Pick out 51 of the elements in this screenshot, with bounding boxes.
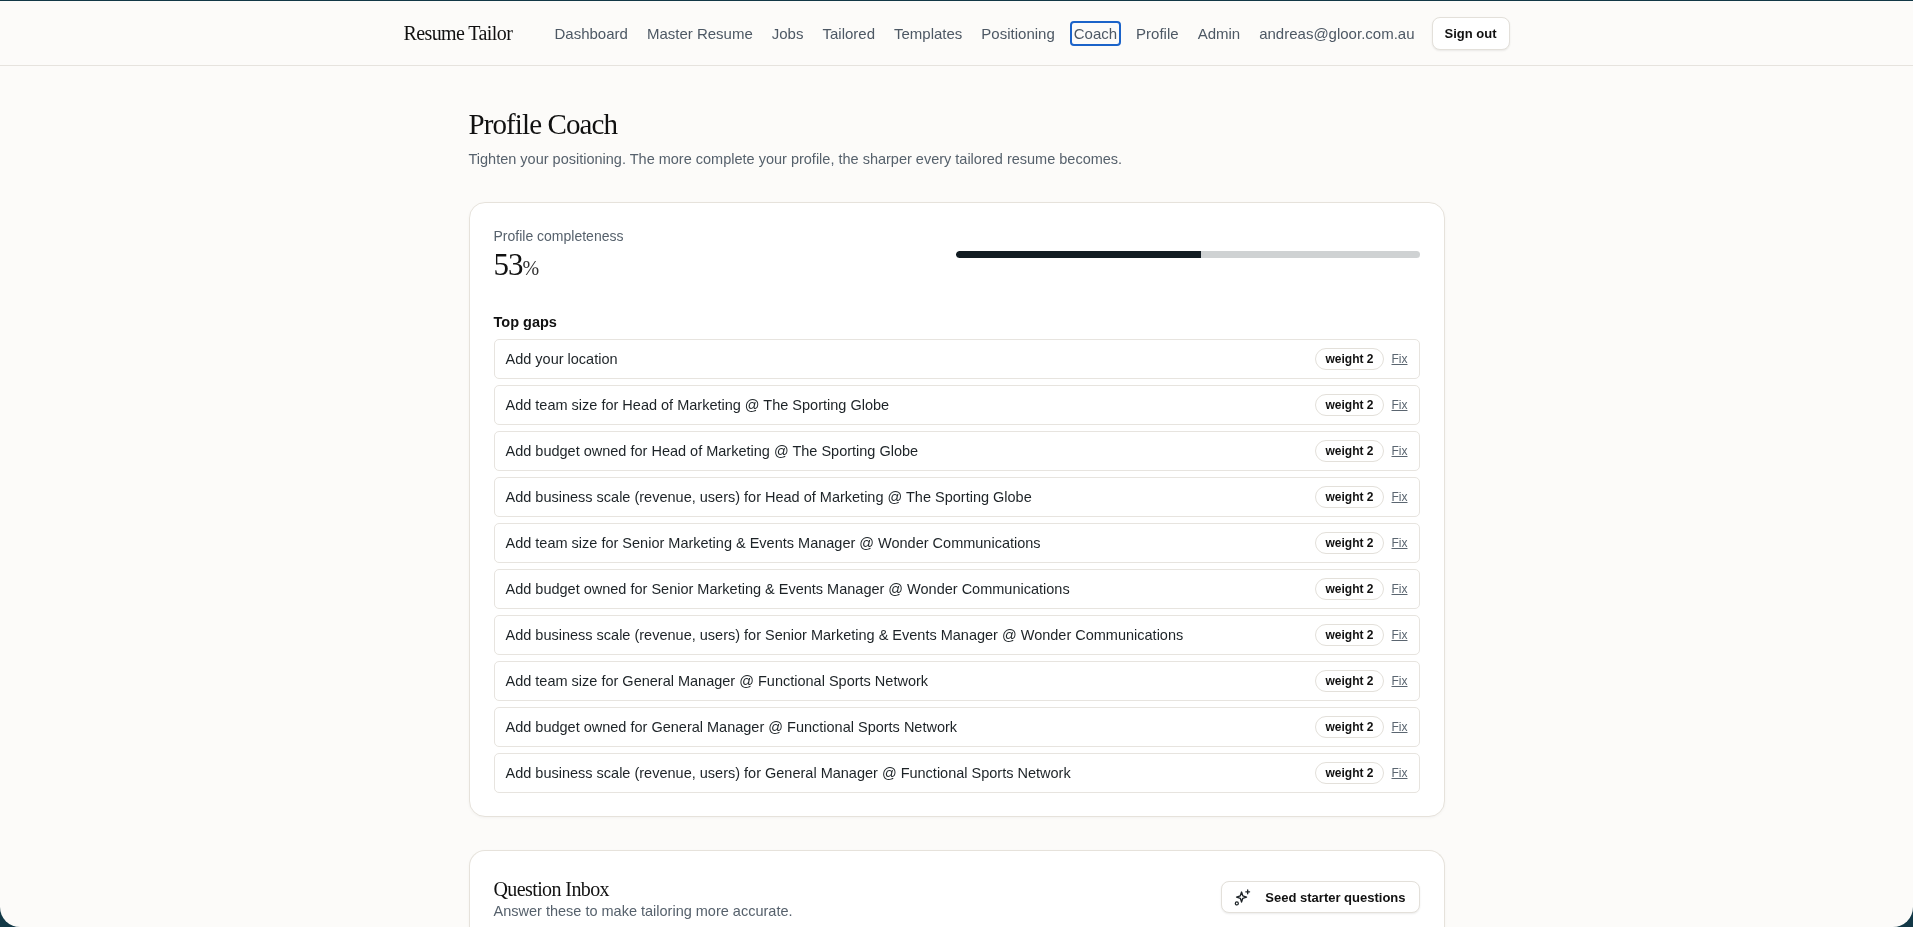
- fix-link[interactable]: Fix: [1391, 444, 1408, 458]
- page-title: Profile Coach: [468, 107, 618, 142]
- completeness-value: 53%: [493, 248, 540, 284]
- gap-text: Add team size for General Manager @ Functional Sports Network: [505, 673, 930, 689]
- gap-text: Add your location: [505, 351, 619, 367]
- gap-text: Add team size for Senior Marketing & Events Manager @ Wonder Communications: [505, 535, 1042, 551]
- nav-link[interactable]: Dashboard: [550, 20, 632, 46]
- weight-badge: weight 2: [1315, 440, 1384, 462]
- nav-link[interactable]: Profile: [1132, 20, 1183, 46]
- nav-link[interactable]: Coach: [1069, 20, 1122, 46]
- weight-badge: weight 2: [1315, 578, 1384, 600]
- gap-text: Add budget owned for Head of Marketing @ The Sporting Globe: [505, 443, 920, 459]
- gap-text: Add budget owned for General Manager @ Functional Sports Network: [505, 719, 959, 735]
- gap-text: Add business scale (revenue, users) for Head of Marketing @ The Sporting Globe: [505, 489, 1033, 505]
- question-inbox-title: Question Inbox: [493, 877, 609, 901]
- weight-badge: weight 2: [1315, 532, 1384, 554]
- weight-badge: weight 2: [1315, 394, 1384, 416]
- nav-link[interactable]: Admin: [1193, 20, 1245, 46]
- fix-link[interactable]: Fix: [1391, 628, 1408, 642]
- weight-badge: weight 2: [1315, 716, 1384, 738]
- sign-out-button[interactable]: Sign out: [1431, 16, 1510, 50]
- gap-text: Add budget owned for Senior Marketing & Events Manager @ Wonder Communications: [505, 581, 1071, 597]
- fix-link[interactable]: Fix: [1391, 490, 1408, 504]
- top-gaps-heading: Top gaps: [493, 313, 558, 331]
- weight-badge: weight 2: [1315, 624, 1384, 646]
- gap-text: Add business scale (revenue, users) for Senior Marketing & Events Manager @ Wonder Communications: [505, 627, 1185, 643]
- gap-text: Add team size for Head of Marketing @ The Sporting Globe: [505, 397, 891, 413]
- account-email[interactable]: andreas@gloor.com.au: [1255, 20, 1419, 46]
- weight-badge: weight 2: [1315, 348, 1384, 370]
- weight-badge: weight 2: [1315, 670, 1384, 692]
- nav-link[interactable]: Positioning: [977, 20, 1059, 46]
- completeness-label: Profile completeness: [493, 227, 624, 245]
- fix-link[interactable]: Fix: [1391, 766, 1408, 780]
- nav-link[interactable]: Jobs: [767, 20, 808, 46]
- nav-link[interactable]: Master Resume: [642, 20, 757, 46]
- fix-link[interactable]: Fix: [1391, 352, 1408, 366]
- nav-link[interactable]: Templates: [890, 20, 967, 46]
- weight-badge: weight 2: [1315, 486, 1384, 508]
- seed-questions-button[interactable]: Seed starter questions: [1221, 881, 1420, 913]
- fix-link[interactable]: Fix: [1391, 582, 1408, 596]
- page-subtitle: Tighten your positioning. The more complete your profile, the sharper every tailored resume becomes.: [468, 150, 1123, 169]
- fix-link[interactable]: Fix: [1391, 720, 1408, 734]
- weight-badge: weight 2: [1315, 762, 1384, 784]
- fix-link[interactable]: Fix: [1391, 536, 1408, 550]
- nav-link[interactable]: Tailored: [818, 20, 879, 46]
- fix-link[interactable]: Fix: [1391, 398, 1408, 412]
- sparkles-icon: [1234, 888, 1252, 906]
- fix-link[interactable]: Fix: [1391, 674, 1408, 688]
- gap-text: Add business scale (revenue, users) for General Manager @ Functional Sports Network: [505, 765, 1072, 781]
- question-inbox-subtitle: Answer these to make tailoring more accurate.: [493, 902, 793, 921]
- app-logo[interactable]: Resume Tailor: [403, 21, 513, 45]
